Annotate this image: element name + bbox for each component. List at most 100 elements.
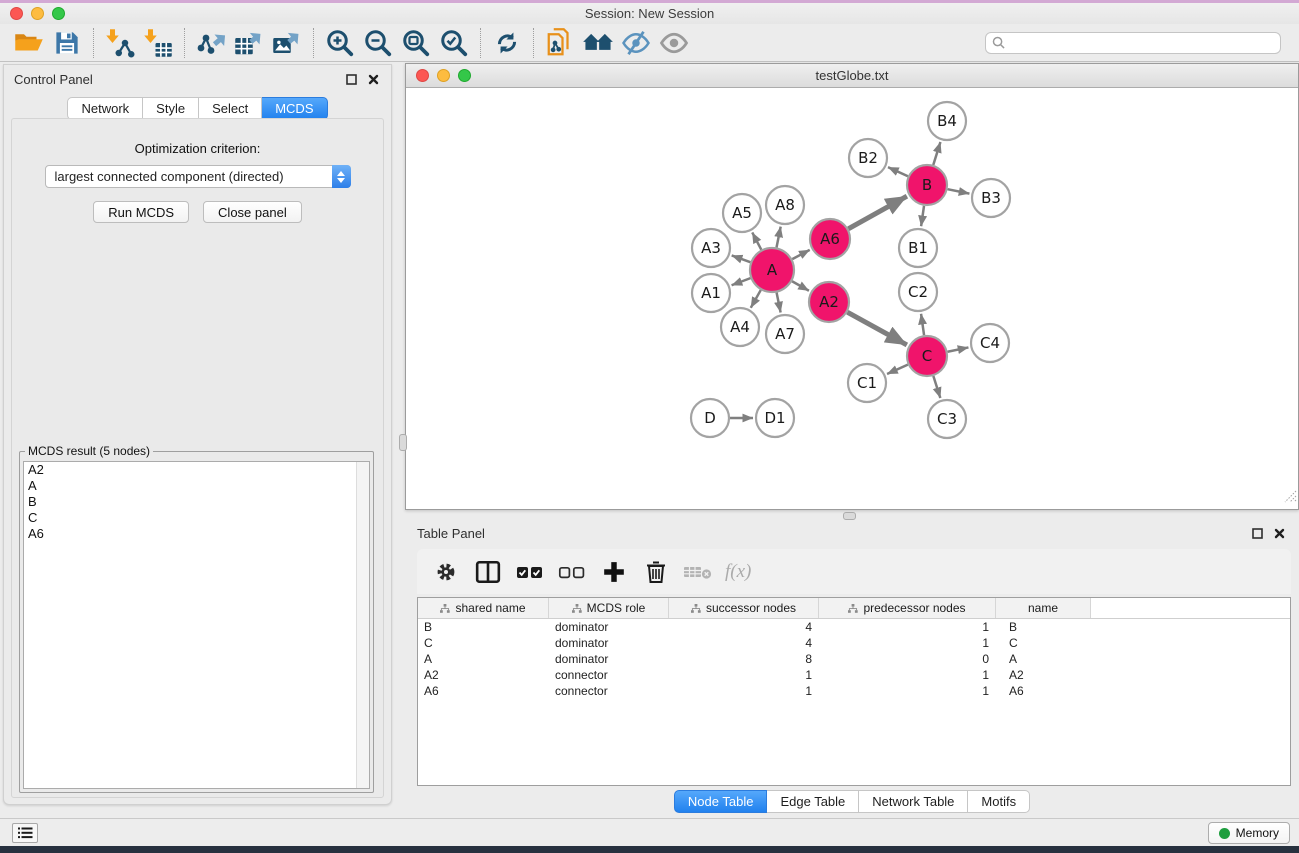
show-task-history-button[interactable] (12, 823, 38, 843)
graph-edge-A-A7[interactable] (777, 293, 781, 313)
graph-node-B2[interactable]: B2 (849, 139, 887, 177)
zoom-fit-icon[interactable] (397, 27, 435, 59)
close-panel-icon[interactable] (365, 72, 381, 86)
graph-edge-C-C4[interactable] (948, 347, 969, 351)
deselect-all-columns-icon[interactable] (553, 556, 591, 588)
graph-node-A7[interactable]: A7 (766, 315, 804, 353)
tab-network[interactable]: Network (67, 97, 143, 120)
graph-edge-C-C1[interactable] (887, 365, 908, 374)
export-image-icon[interactable] (268, 27, 306, 59)
search-input[interactable] (1009, 36, 1274, 50)
column-header-successor-nodes[interactable]: successor nodes (669, 598, 819, 618)
delete-columns-icon[interactable] (637, 556, 675, 588)
show-graphics-details-icon[interactable] (655, 27, 693, 59)
import-table-icon[interactable] (139, 27, 177, 59)
graph-node-A3[interactable]: A3 (692, 229, 730, 267)
column-header-MCDS-role[interactable]: MCDS role (549, 598, 669, 618)
criterion-select[interactable]: largest connected component (directed) (45, 165, 351, 188)
column-header-name[interactable]: name (996, 598, 1091, 618)
graph-node-B[interactable]: B (907, 165, 947, 205)
graph-edge-A-A3[interactable] (732, 255, 751, 262)
column-header-shared-name[interactable]: shared name (418, 598, 549, 618)
create-new-column-icon[interactable] (595, 556, 633, 588)
close-panel-button[interactable]: Close panel (203, 201, 302, 223)
mcds-result-item[interactable]: A (24, 478, 369, 494)
graph-edge-B-B3[interactable] (948, 189, 970, 193)
tab-motifs[interactable]: Motifs (968, 790, 1030, 813)
home-icon[interactable] (579, 27, 617, 59)
graph-node-A1[interactable]: A1 (692, 274, 730, 312)
table-row[interactable]: A2connector11A2 (418, 667, 1290, 683)
tab-style[interactable]: Style (143, 97, 199, 120)
network-graph[interactable]: B4 B2 B B3 A8A5 A6 A3 B1 A A1 C2 A2 A4A7 C4 C C1 C3 D D1 (406, 89, 1298, 509)
function-builder-icon[interactable]: f(x) (721, 561, 751, 583)
graph-edge-A-A4[interactable] (751, 290, 761, 308)
graph-edge-B-B2[interactable] (888, 167, 908, 176)
table-row[interactable]: Cdominator41C (418, 635, 1290, 651)
mcds-result-item[interactable]: A2 (24, 462, 369, 478)
graph-node-B1[interactable]: B1 (899, 229, 937, 267)
graph-node-A4[interactable]: A4 (721, 308, 759, 346)
tab-node-table[interactable]: Node Table (674, 790, 768, 813)
tab-network-table[interactable]: Network Table (859, 790, 968, 813)
table-options-gear-icon[interactable] (427, 556, 465, 588)
show-column-panel-icon[interactable] (469, 556, 507, 588)
graph-node-A5[interactable]: A5 (723, 194, 761, 232)
graph-node-B4[interactable]: B4 (928, 102, 966, 140)
graph-node-A6[interactable]: A6 (810, 219, 850, 259)
graph-node-C1[interactable]: C1 (848, 364, 886, 402)
graph-edge-A-A2[interactable] (792, 281, 809, 290)
float-panel-icon[interactable] (343, 72, 359, 86)
mcds-result-item[interactable]: A6 (24, 526, 369, 542)
refresh-view-icon[interactable] (488, 27, 526, 59)
select-all-columns-icon[interactable] (511, 556, 549, 588)
delete-table-icon[interactable] (679, 556, 717, 588)
memory-button[interactable]: Memory (1208, 822, 1290, 844)
horizontal-divider-grip[interactable] (843, 512, 856, 520)
table-row[interactable]: Adominator80A (418, 651, 1290, 667)
result-scrollbar[interactable] (356, 462, 369, 788)
graph-edge-C-C2[interactable] (921, 314, 924, 335)
close-table-panel-icon[interactable] (1271, 526, 1287, 540)
export-network-icon[interactable] (192, 27, 230, 59)
mcds-result-item[interactable]: C (24, 510, 369, 526)
graph-edge-A-A6[interactable] (792, 250, 809, 259)
graph-edge-A-A5[interactable] (752, 232, 761, 249)
tab-mcds[interactable]: MCDS (262, 97, 327, 120)
graph-node-D1[interactable]: D1 (756, 399, 794, 437)
table-row[interactable]: A6connector11A6 (418, 683, 1290, 699)
zoom-in-icon[interactable] (321, 27, 359, 59)
graph-node-C[interactable]: C (907, 336, 947, 376)
network-window-titlebar[interactable]: testGlobe.txt (406, 64, 1298, 88)
new-network-from-selection-icon[interactable] (541, 27, 579, 59)
graph-node-A[interactable]: A (750, 248, 794, 292)
graph-edge-C-C3[interactable] (933, 376, 940, 398)
graph-node-C2[interactable]: C2 (899, 273, 937, 311)
mcds-result-list[interactable]: A2ABCA6 (23, 461, 370, 789)
graph-node-A8[interactable]: A8 (766, 186, 804, 224)
zoom-out-icon[interactable] (359, 27, 397, 59)
column-header-predecessor-nodes[interactable]: predecessor nodes (819, 598, 996, 618)
search-field[interactable] (985, 32, 1281, 54)
open-session-icon[interactable] (10, 27, 48, 59)
run-mcds-button[interactable]: Run MCDS (93, 201, 189, 223)
panel-divider-grip[interactable] (399, 434, 407, 451)
float-table-panel-icon[interactable] (1249, 526, 1265, 540)
table-row[interactable]: Bdominator41B (418, 619, 1290, 635)
save-session-icon[interactable] (48, 27, 86, 59)
tab-edge-table[interactable]: Edge Table (767, 790, 859, 813)
graph-node-B3[interactable]: B3 (972, 179, 1010, 217)
graph-node-A2[interactable]: A2 (809, 282, 849, 322)
graph-edge-A2-C[interactable] (847, 312, 906, 345)
graph-node-D[interactable]: D (691, 399, 729, 437)
graph-node-C4[interactable]: C4 (971, 324, 1009, 362)
zoom-selected-icon[interactable] (435, 27, 473, 59)
graph-edge-B-B4[interactable] (933, 142, 940, 165)
window-resize-grip[interactable] (1284, 490, 1297, 508)
export-table-icon[interactable] (230, 27, 268, 59)
graph-edge-A-A8[interactable] (777, 227, 781, 248)
graph-edge-A-A1[interactable] (732, 278, 751, 285)
import-network-icon[interactable] (101, 27, 139, 59)
graph-edge-A6-B[interactable] (848, 196, 907, 229)
graph-node-C3[interactable]: C3 (928, 400, 966, 438)
